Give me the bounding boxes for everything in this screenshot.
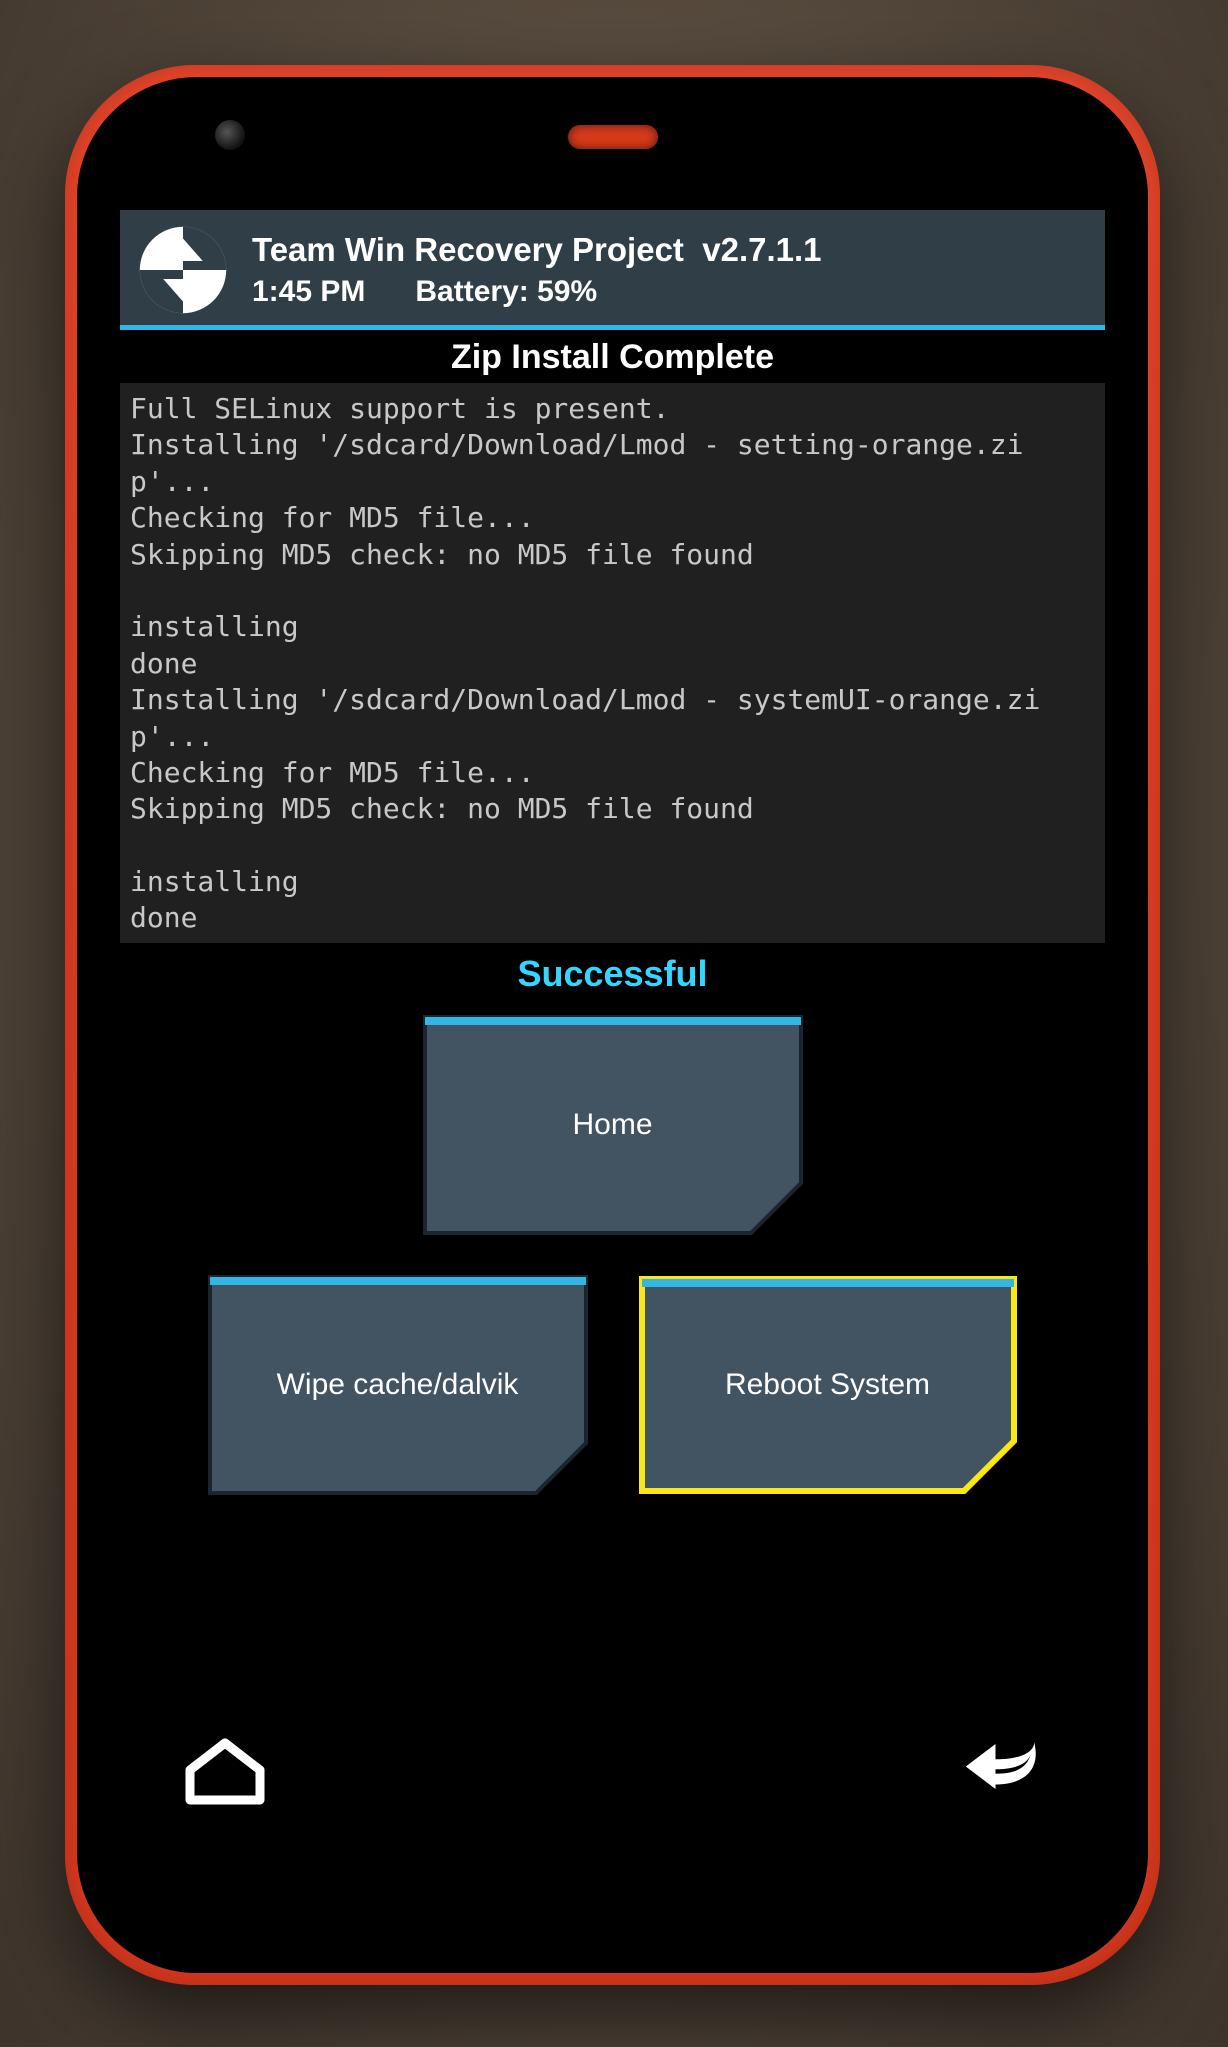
wipe-cache-button-label: Wipe cache/dalvik — [277, 1368, 519, 1402]
header-bar: Team Win Recovery Project v2.7.1.1 1:45 … — [120, 210, 1105, 330]
battery-status: Battery: 59% — [415, 275, 597, 309]
home-button-label: Home — [572, 1108, 652, 1142]
wipe-cache-button[interactable]: Wipe cache/dalvik — [208, 1275, 588, 1495]
clock: 1:45 PM — [252, 275, 365, 309]
phone-body: Team Win Recovery Project v2.7.1.1 1:45 … — [65, 65, 1160, 1985]
section-title: Zip Install Complete — [120, 330, 1105, 383]
status-success: Successful — [120, 943, 1105, 1015]
nav-bar — [120, 1710, 1105, 1830]
app-version: v2.7.1.1 — [702, 231, 821, 268]
earpiece — [568, 125, 658, 149]
front-camera — [215, 120, 245, 150]
twrp-logo-icon — [138, 225, 228, 315]
back-icon[interactable] — [955, 1735, 1045, 1805]
home-button[interactable]: Home — [423, 1015, 803, 1235]
app-name: Team Win Recovery Project — [252, 231, 684, 268]
console-log: Full SELinux support is present. Install… — [120, 383, 1105, 943]
home-icon[interactable] — [180, 1735, 270, 1805]
app-title: Team Win Recovery Project v2.7.1.1 — [252, 231, 822, 269]
reboot-system-button[interactable]: Reboot System — [638, 1275, 1018, 1495]
reboot-system-button-label: Reboot System — [725, 1368, 930, 1402]
screen: Team Win Recovery Project v2.7.1.1 1:45 … — [120, 210, 1105, 1830]
